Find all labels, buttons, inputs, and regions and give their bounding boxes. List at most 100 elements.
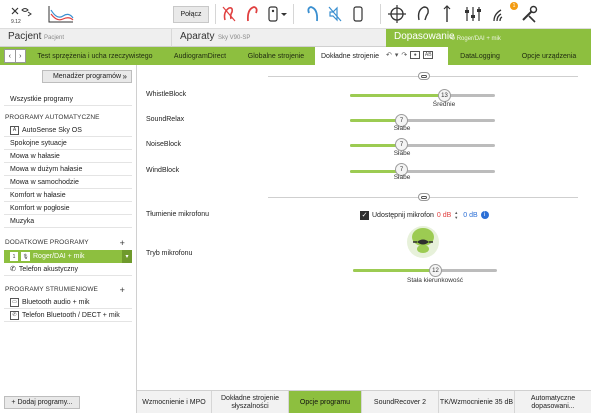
- sidebar-item-label: Roger/DAI + mik: [33, 253, 85, 260]
- directionality-diagram-icon: [406, 225, 440, 259]
- tab-prev-icon[interactable]: ‹: [5, 50, 15, 62]
- program-manager-button[interactable]: Menadżer programów »: [42, 70, 132, 83]
- add-extra-program-icon[interactable]: +: [120, 238, 125, 248]
- tools-icon[interactable]: [518, 3, 540, 25]
- toolbar-separator: [215, 4, 216, 24]
- sidebar-item-speech-in-noise[interactable]: Mowa w hałasie: [4, 150, 132, 163]
- tab-nav-arrows: ‹ ›: [4, 49, 26, 63]
- info-icon[interactable]: i: [480, 211, 489, 219]
- left-ear-mute-icon[interactable]: [220, 3, 238, 25]
- whistleblock-caption: Średnie: [432, 101, 456, 108]
- redo-icon[interactable]: ↷: [401, 51, 407, 59]
- notifications-icon[interactable]: [490, 3, 512, 25]
- tab-datalogging[interactable]: DataLogging: [452, 47, 508, 65]
- program-bottom-tabs: Wzmocnienie i MPO Dokładne strojenie sły…: [137, 390, 591, 413]
- dropdown-icon[interactable]: ▾: [395, 51, 399, 59]
- ab-compare-button[interactable]: AB: [423, 51, 434, 59]
- toolbar-separator: [380, 4, 381, 24]
- chevron-right-icon: »: [122, 72, 127, 81]
- sidebar-item-autosense[interactable]: A AutoSense Sky OS: [4, 124, 132, 137]
- whistleblock-slider[interactable]: [350, 94, 495, 97]
- btab-tk-gain[interactable]: TK/Wzmocnienie 35 dB: [439, 391, 515, 413]
- collapse-toggle-icon[interactable]: [418, 72, 430, 80]
- target-icon[interactable]: [386, 3, 408, 25]
- connect-button[interactable]: Połącz: [173, 6, 209, 23]
- tab-tools: ↶ ▾ ↷ ● AB: [386, 51, 434, 59]
- tab-device-options[interactable]: Opcje urządzenia: [510, 47, 588, 65]
- tab-audiogram-direct[interactable]: AudiogramDirect: [160, 47, 240, 65]
- add-programs-button[interactable]: + Dodaj programy...: [4, 396, 80, 409]
- whistleblock-slider-fill: [350, 94, 448, 97]
- auto-program-icon: A: [10, 125, 19, 135]
- patient-section[interactable]: Pacjent Pacjent: [0, 29, 171, 47]
- add-streaming-program-icon[interactable]: +: [120, 285, 125, 295]
- soundrelax-label: SoundRelax: [146, 116, 185, 123]
- sidebar-item-speech-in-loud-noise[interactable]: Mowa w dużym hałasie: [4, 163, 132, 176]
- program-sidebar: Menadżer programów » Wszystkie programy …: [0, 65, 137, 413]
- share-mic-checkbox[interactable]: ✓: [360, 210, 369, 220]
- devices-section[interactable]: Aparaty Sky V90-SP: [171, 29, 386, 47]
- soundrelax-slider[interactable]: [350, 119, 495, 122]
- devices-label: Aparaty: [180, 31, 215, 42]
- equalizer-icon[interactable]: [462, 3, 484, 25]
- btab-soundrecover[interactable]: SoundRecover 2: [362, 391, 439, 413]
- tab-fine-tuning-label: Dokładne strojenie: [321, 52, 379, 60]
- audiogram-icon[interactable]: [47, 3, 75, 25]
- record-icon[interactable]: ●: [410, 51, 421, 59]
- sidebar-item-bluetooth-phone[interactable]: ✆ Telefon Bluetooth / DECT + mik: [4, 309, 132, 322]
- link-icon: ⟲: [450, 36, 457, 42]
- fitting-program: ⟲ Roger/DAI + mik: [450, 35, 501, 42]
- windblock-caption: Słabe: [393, 174, 411, 181]
- mic-mode-thumb[interactable]: 12: [429, 264, 442, 277]
- fitting-program-name: Roger/DAI + mik: [456, 36, 501, 42]
- sidebar-item-label: Bluetooth audio + mik: [22, 298, 90, 306]
- mic-attenuation-label: Tłumienie mikrofonu: [146, 211, 210, 218]
- ear-icon[interactable]: [412, 3, 434, 25]
- sidebar-item-roger-dai[interactable]: 1 🎙 Roger/DAI + mik ▾: [4, 250, 132, 263]
- microphone-icon: 🎙: [21, 252, 30, 261]
- fitting-section[interactable]: Dopasowanie ⟲ Roger/DAI + mik: [386, 29, 591, 47]
- version-label: 9.12: [11, 19, 21, 25]
- mute-speaker-icon[interactable]: [326, 3, 344, 25]
- sidebar-item-quiet[interactable]: Spokojne sytuacje: [4, 137, 132, 150]
- share-mic-label: Udostępnij mikrofon: [372, 211, 434, 219]
- feedback-icon[interactable]: [437, 3, 457, 25]
- sidebar-item-music[interactable]: Muzyka: [4, 215, 132, 228]
- btab-audibility[interactable]: Dokładne strojenie słyszalności: [212, 391, 289, 413]
- btab-auto-fitting[interactable]: Automatyczne dopasowani...: [515, 391, 591, 413]
- extra-programs-heading: DODATKOWE PROGRAMY +: [5, 238, 131, 248]
- collapse-toggle-icon[interactable]: [418, 193, 430, 201]
- undo-icon[interactable]: ↶: [386, 51, 392, 59]
- program-manager-label: Menadżer programów: [52, 73, 122, 80]
- tab-global-tuning[interactable]: Globalne strojenie: [240, 47, 312, 65]
- noiseblock-slider[interactable]: [350, 144, 495, 147]
- noiseblock-caption: Słabe: [393, 150, 411, 157]
- sidebar-item-all-programs[interactable]: Wszystkie programy: [4, 93, 132, 106]
- tab-next-icon[interactable]: ›: [14, 50, 26, 62]
- btab-gain-mpo[interactable]: Wzmocnienie i MPO: [137, 391, 212, 413]
- program-dropdown-icon[interactable]: ▾: [122, 250, 132, 263]
- mic-mode-caption: Stała kierunkowość: [407, 277, 463, 284]
- toolbar-separator: [293, 4, 294, 24]
- sidebar-item-bluetooth-audio[interactable]: ▭ Bluetooth audio + mik: [4, 296, 132, 309]
- devices-model: Sky V90-SP: [218, 35, 251, 41]
- sidebar-item-acoustic-phone[interactable]: ✆ Telefon akustyczny: [4, 263, 132, 276]
- sidebar-item-comfort-in-noise[interactable]: Komfort w hałasie: [4, 189, 132, 202]
- mic-share-row: ✓ Udostępnij mikrofon 0 dB ▲ ▼ 0 dB i: [360, 210, 489, 220]
- mic-mode-slider[interactable]: [353, 269, 497, 272]
- fitting-tabs: ‹ › Test sprzężenia i ucha rzeczywistego…: [0, 47, 591, 65]
- right-hearing-aid-red-icon[interactable]: [243, 3, 261, 25]
- attenuation-stepper[interactable]: ▲ ▼: [454, 210, 460, 220]
- mic-mode-label: Tryb mikrofonu: [146, 250, 193, 257]
- sidebar-item-label: Telefon Bluetooth / DECT + mik: [22, 311, 120, 319]
- tab-feedback-test[interactable]: Test sprzężenia i ucha rzeczywistego: [32, 47, 158, 65]
- fitting-label: Dopasowanie: [394, 31, 455, 42]
- patient-label: Pacjent: [8, 31, 42, 42]
- sidebar-item-comfort-in-echo[interactable]: Komfort w pogłosie: [4, 202, 132, 215]
- windblock-slider[interactable]: [350, 170, 495, 173]
- right-hearing-aid-blue-icon[interactable]: [304, 3, 322, 25]
- battery-icon[interactable]: [350, 3, 366, 25]
- btab-program-options[interactable]: Opcje programu: [289, 391, 362, 413]
- sidebar-item-speech-in-car[interactable]: Mowa w samochodzie: [4, 176, 132, 189]
- remote-control-icon[interactable]: [265, 3, 289, 25]
